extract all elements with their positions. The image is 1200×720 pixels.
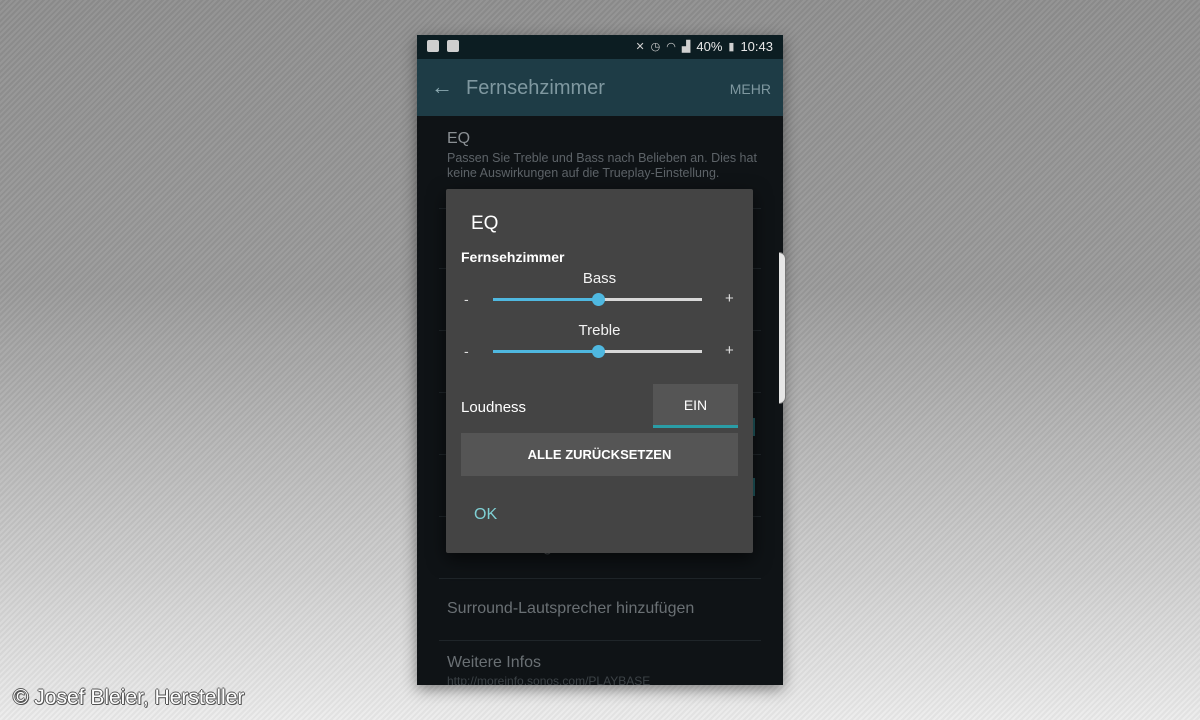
notification-icon: [427, 40, 439, 52]
list-item-eq-title: EQ: [447, 130, 471, 147]
list-item-eq-description: Passen Sie Treble und Bass nach Belieben…: [447, 151, 757, 180]
ok-button[interactable]: OK: [474, 506, 497, 524]
bass-plus-button[interactable]: +: [725, 290, 734, 307]
divider: [439, 578, 761, 579]
clock: 10:43: [740, 39, 773, 54]
mute-icon: ✕: [635, 41, 645, 53]
dialog-room-name: Fernsehzimmer: [461, 249, 565, 265]
list-item-surround[interactable]: Surround-Lautsprecher hinzufügen: [447, 600, 694, 618]
alarm-icon: ◷: [650, 41, 661, 53]
list-item-eq[interactable]: EQ Passen Sie Treble und Bass nach Belie…: [447, 130, 757, 181]
list-item-infos-url: http://moreinfo.sonos.com/PLAYBASE: [447, 674, 651, 685]
status-bar-left: [427, 40, 459, 52]
image-icon: [447, 40, 459, 52]
app-title: Fernsehzimmer: [466, 77, 605, 99]
status-bar-right: ✕ ◷ ◠ ▟ 40% ▮ 10:43: [635, 39, 773, 54]
divider: [439, 640, 761, 641]
reset-all-button[interactable]: ALLE ZURÜCKSETZEN: [461, 433, 738, 476]
battery-icon: ▮: [728, 41, 735, 53]
treble-label: Treble: [578, 322, 621, 339]
image-credit: © Josef Bleier, Hersteller: [13, 686, 245, 709]
more-button[interactable]: MEHR: [730, 81, 771, 97]
dialog-title: EQ: [471, 213, 499, 234]
battery-percent: 40%: [696, 39, 723, 54]
treble-slider-fill: [493, 350, 598, 353]
phone-edge: [779, 252, 786, 404]
treble-slider-thumb[interactable]: [591, 345, 605, 358]
signal-icon: ▟: [681, 41, 691, 53]
bass-slider-thumb[interactable]: [591, 293, 605, 306]
loudness-label: Loudness: [461, 399, 527, 416]
wifi-icon: ◠: [666, 41, 676, 53]
list-item-infos-title[interactable]: Weitere Infos: [447, 654, 541, 672]
treble-slider[interactable]: [493, 345, 702, 358]
bass-slider[interactable]: [493, 293, 702, 306]
bass-label: Bass: [582, 270, 617, 287]
treble-minus-button[interactable]: -: [464, 343, 469, 359]
back-arrow-icon[interactable]: ←: [431, 74, 453, 100]
loudness-toggle-button[interactable]: EIN: [653, 384, 738, 428]
status-bar: ✕ ◷ ◠ ▟ 40% ▮ 10:43: [417, 35, 783, 59]
bass-minus-button[interactable]: -: [464, 291, 469, 307]
bass-slider-fill: [493, 298, 598, 301]
eq-dialog: EQ Fernsehzimmer Bass - + Treble - + Lou…: [446, 189, 753, 553]
treble-plus-button[interactable]: +: [725, 342, 734, 359]
app-bar: ← Fernsehzimmer MEHR: [417, 59, 783, 116]
